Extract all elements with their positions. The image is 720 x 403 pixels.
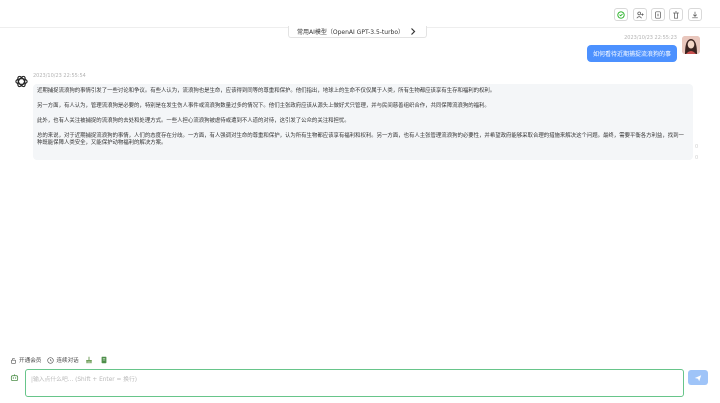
assistant-message-time: 2023/10/23 22:55:54	[33, 73, 86, 79]
robot-icon	[10, 374, 19, 382]
broom-icon	[85, 356, 92, 364]
wechat-icon	[617, 10, 625, 19]
wechat-share-button[interactable]	[614, 8, 628, 21]
send-icon	[694, 374, 702, 381]
user-avatar	[682, 36, 700, 54]
download-button[interactable]	[688, 8, 702, 21]
add-user-icon	[636, 11, 644, 18]
send-button[interactable]	[688, 370, 708, 385]
assistant-paragraph: 总的来说，对于近期捕捉流浪狗的事情，人们的态度存在分歧。一方面，有人强调对生命的…	[37, 133, 684, 146]
model-selector-label: 常用AI模型（OpenAI GPT-3.5-turbo）	[297, 29, 405, 36]
model-selector[interactable]: 常用AI模型（OpenAI GPT-3.5-turbo）	[288, 26, 427, 38]
vip-membership-label: 开通会员	[19, 358, 42, 364]
user-message-time: 2023/10/23 22:55:23	[624, 35, 677, 41]
continuous-chat-toggle[interactable]: 连续对话	[47, 356, 79, 364]
vip-membership-button[interactable]: 开通会员	[10, 356, 41, 364]
top-toolbar	[0, 0, 720, 28]
chat-input[interactable]	[25, 369, 684, 397]
openai-logo-icon	[15, 75, 28, 88]
clock-icon	[47, 356, 55, 364]
download-icon	[692, 11, 698, 18]
chat-action-bar: 开通会员 连续对话	[10, 355, 115, 365]
assistant-paragraph: 此外，也有人关注被捕捉的流浪狗的去处和处理方式。一些人担心流浪狗被虐待或遭到不人…	[37, 118, 350, 124]
assistant-paragraph: 另一方面，有人认为，管理流浪狗是必要的，特别是在发生伤人事件或流浪狗数量过多的情…	[37, 103, 490, 109]
copy-button[interactable]	[651, 8, 665, 21]
continuous-chat-label: 连续对话	[56, 358, 79, 364]
user-avatar-image	[682, 36, 700, 54]
assistant-avatar	[14, 74, 29, 89]
chat-settings-button[interactable]	[10, 373, 19, 382]
copy-icon	[655, 10, 661, 19]
delete-icon	[673, 10, 679, 19]
user-message-bubble: 如何看待近期捕捉流浪狗的事	[586, 45, 677, 62]
message-side-mark: 0	[695, 155, 699, 161]
add-user-button[interactable]	[633, 8, 647, 21]
assistant-message-bubble: 近期捕捉流浪狗的事情引发了一些讨论和争议。有些人认为，流浪狗也是生命，应该得到同…	[33, 84, 693, 160]
book-icon	[101, 356, 107, 364]
cleanup-button[interactable]	[85, 356, 94, 365]
message-side-mark: 0	[695, 144, 699, 150]
delete-button[interactable]	[669, 8, 683, 21]
chevron-right-icon	[411, 28, 416, 35]
prompt-library-button[interactable]	[100, 356, 109, 365]
assistant-paragraph: 近期捕捉流浪狗的事情引发了一些讨论和争议。有些人认为，流浪狗也是生命，应该得到同…	[37, 88, 496, 94]
lock-icon	[11, 357, 16, 364]
